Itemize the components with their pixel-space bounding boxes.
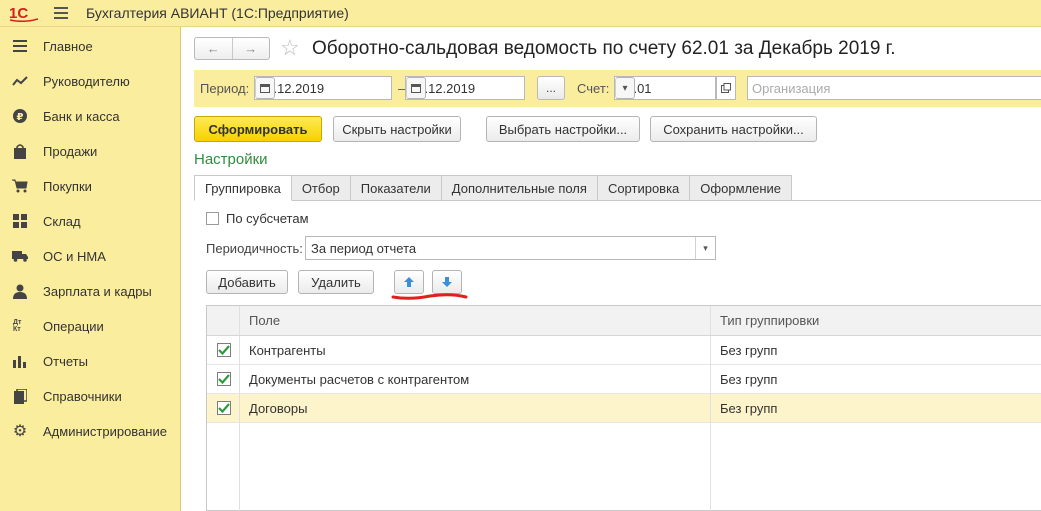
sidebar-item-purchases[interactable]: Покупки bbox=[0, 171, 181, 201]
by-subaccounts-row: По субсчетам bbox=[206, 211, 309, 226]
sidebar-item-main[interactable]: Главное bbox=[0, 31, 181, 61]
grouping-table: Поле Тип группировки Контрагенты Без гру… bbox=[206, 305, 1041, 511]
ruble-coin-icon: ₽ bbox=[11, 107, 29, 125]
warehouse-grid-icon bbox=[11, 212, 29, 230]
organization-field[interactable]: Организация bbox=[747, 76, 1041, 100]
dt-kt-icon: Дт Кт bbox=[13, 319, 22, 333]
row-checkbox[interactable] bbox=[217, 401, 231, 415]
checkmark-icon bbox=[218, 403, 230, 414]
sidebar-item-operations[interactable]: Дт Кт Операции bbox=[0, 311, 181, 341]
save-settings-button[interactable]: Сохранить настройки... bbox=[650, 116, 817, 142]
book-icon bbox=[11, 387, 29, 405]
table-row[interactable]: Документы расчетов с контрагентом Без гр… bbox=[207, 365, 1041, 394]
date-to-field[interactable]: 31.12.2019 bbox=[405, 76, 525, 100]
svg-text:₽: ₽ bbox=[17, 112, 24, 123]
periodicity-select[interactable]: За период отчета ▾ bbox=[305, 236, 716, 260]
row-checkbox[interactable] bbox=[217, 343, 231, 357]
table-header: Поле Тип группировки bbox=[207, 306, 1041, 336]
tab-indicators[interactable]: Показатели bbox=[350, 175, 442, 201]
column-field[interactable]: Поле bbox=[249, 306, 280, 335]
tab-grouping[interactable]: Группировка bbox=[194, 175, 292, 201]
choose-settings-button[interactable]: Выбрать настройки... bbox=[486, 116, 640, 142]
hamburger-menu-icon[interactable] bbox=[54, 7, 68, 19]
gear-icon: ⚙ bbox=[12, 423, 28, 440]
sidebar-item-admin[interactable]: ⚙ Администрирование bbox=[0, 416, 181, 446]
sidebar-item-manager[interactable]: Руководителю bbox=[0, 66, 181, 96]
menu-lines-icon bbox=[11, 37, 29, 55]
calendar-icon[interactable] bbox=[255, 77, 275, 99]
tab-sorting[interactable]: Сортировка bbox=[597, 175, 691, 201]
trend-line-icon bbox=[11, 72, 29, 90]
periodicity-label: Периодичность: bbox=[206, 241, 303, 256]
row-type: Без групп bbox=[720, 400, 778, 416]
sidebar-item-salary[interactable]: Зарплата и кадры bbox=[0, 276, 181, 306]
checkmark-icon bbox=[218, 374, 230, 385]
delete-button[interactable]: Удалить bbox=[298, 270, 374, 294]
period-label: Период: bbox=[200, 81, 250, 96]
history-navigation: ← → bbox=[194, 37, 270, 60]
table-row[interactable]: Договоры Без групп bbox=[207, 394, 1041, 423]
settings-title: Настройки bbox=[194, 151, 268, 168]
table-row[interactable]: Контрагенты Без групп bbox=[207, 336, 1041, 365]
settings-tabs: Группировка Отбор Показатели Дополнитель… bbox=[194, 175, 792, 201]
report-form: ← → ☆ Оборотно-сальдовая ведомость по сч… bbox=[182, 27, 1041, 511]
sidebar-item-bank[interactable]: ₽ Банк и касса bbox=[0, 101, 181, 131]
truck-icon bbox=[11, 247, 29, 265]
account-field[interactable]: 62.01 ▾ bbox=[614, 76, 716, 100]
red-underline-annotation bbox=[391, 293, 468, 300]
sidebar-item-catalogs[interactable]: Справочники bbox=[0, 381, 181, 411]
back-button[interactable]: ← bbox=[195, 38, 232, 59]
shopping-cart-icon bbox=[11, 177, 29, 195]
date-from-field[interactable]: 01.12.2019 bbox=[254, 76, 392, 100]
sidebar-item-sales[interactable]: Продажи bbox=[0, 136, 181, 166]
chevron-down-icon[interactable]: ▾ bbox=[695, 237, 715, 259]
calendar-icon[interactable] bbox=[406, 77, 426, 99]
sidebar-item-warehouse[interactable]: Склад bbox=[0, 206, 181, 236]
row-checkbox[interactable] bbox=[217, 372, 231, 386]
shopping-bag-icon bbox=[11, 142, 29, 160]
page-title: Оборотно-сальдовая ведомость по счету 62… bbox=[312, 38, 896, 59]
account-label: Счет: bbox=[577, 81, 610, 96]
by-subaccounts-label: По субсчетам bbox=[226, 211, 309, 226]
title-bar: 1С Бухгалтерия АВИАНТ (1С:Предприятие) bbox=[0, 0, 1041, 27]
row-field: Контрагенты bbox=[249, 342, 326, 358]
period-select-button[interactable]: ... bbox=[537, 76, 565, 100]
open-account-icon[interactable] bbox=[716, 76, 736, 100]
sidebar: Главное Руководителю ₽ Банк и касса Прод… bbox=[0, 27, 181, 511]
arrow-down-icon bbox=[442, 277, 452, 287]
row-type: Без групп bbox=[720, 342, 778, 358]
row-type: Без групп bbox=[720, 371, 778, 387]
tab-filter[interactable]: Отбор bbox=[291, 175, 351, 201]
svg-text:1С: 1С bbox=[9, 5, 28, 22]
row-field: Договоры bbox=[249, 400, 308, 416]
generate-button[interactable]: Сформировать bbox=[194, 116, 322, 142]
tab-formatting[interactable]: Оформление bbox=[690, 175, 792, 201]
hide-settings-button[interactable]: Скрыть настройки bbox=[333, 116, 461, 142]
tab-additional-fields[interactable]: Дополнительные поля bbox=[441, 175, 598, 201]
checkmark-icon bbox=[218, 345, 230, 356]
by-subaccounts-checkbox[interactable] bbox=[206, 212, 219, 225]
arrow-up-icon bbox=[404, 277, 414, 287]
1c-logo-icon[interactable]: 1С bbox=[8, 4, 40, 22]
sidebar-item-assets[interactable]: ОС и НМА bbox=[0, 241, 181, 271]
app-title: Бухгалтерия АВИАНТ (1С:Предприятие) bbox=[86, 5, 349, 21]
chevron-down-icon[interactable]: ▾ bbox=[615, 77, 635, 99]
add-button[interactable]: Добавить bbox=[206, 270, 288, 294]
row-field: Документы расчетов с контрагентом bbox=[249, 371, 470, 387]
bar-chart-icon bbox=[11, 352, 29, 370]
person-icon bbox=[11, 282, 29, 300]
favorite-star-icon[interactable]: ☆ bbox=[280, 37, 300, 59]
sidebar-item-reports[interactable]: Отчеты bbox=[0, 346, 181, 376]
forward-button[interactable]: → bbox=[231, 38, 270, 59]
column-grouping-type[interactable]: Тип группировки bbox=[720, 306, 819, 335]
period-bar: Период: 01.12.2019 – 31.12.2019 ... Счет… bbox=[194, 70, 1041, 107]
